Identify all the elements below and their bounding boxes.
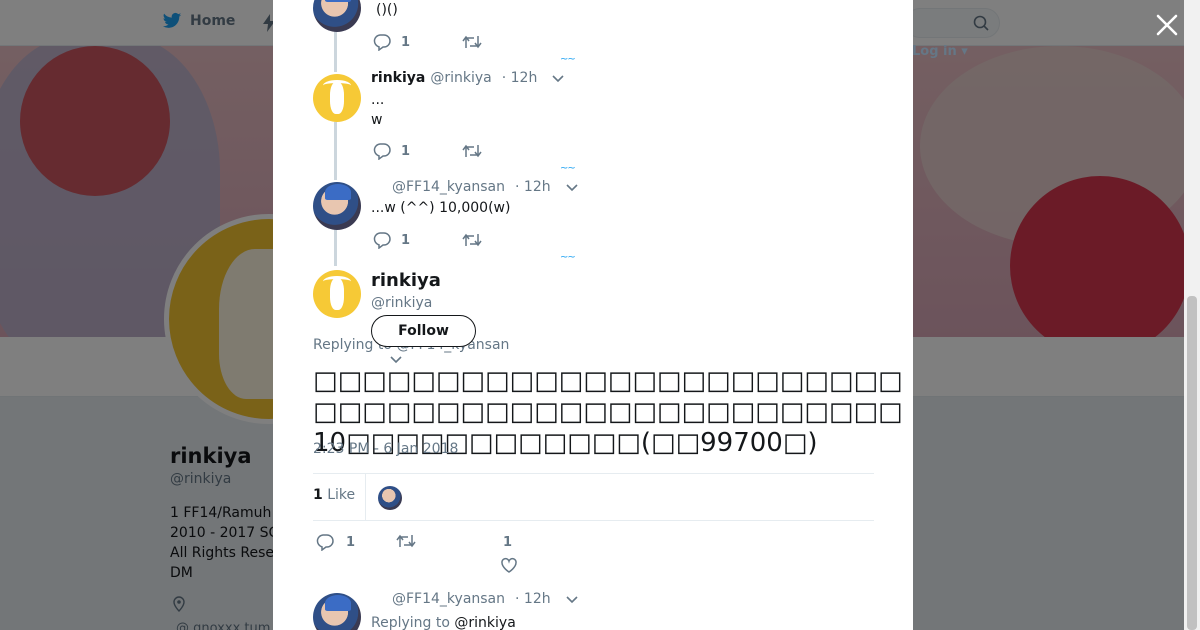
- chevron-down-icon[interactable]: [565, 180, 579, 194]
- retweet-icon[interactable]: [396, 533, 416, 549]
- like-count: 1: [313, 487, 323, 503]
- reply-button[interactable]: 1: [373, 231, 462, 249]
- reply-button[interactable]: 1: [316, 533, 355, 551]
- tweet-author-handle[interactable]: @FF14_kyansan: [392, 591, 505, 607]
- replying-handle[interactable]: @rinkiya: [454, 615, 515, 630]
- thread-line: [334, 32, 337, 72]
- retweet-icon: [462, 144, 482, 158]
- tweet-actions: 1: [373, 231, 551, 249]
- reply-button[interactable]: 1: [373, 33, 462, 51]
- chevron-down-icon[interactable]: [565, 592, 579, 606]
- login-link[interactable]: Log in ▾: [912, 44, 968, 59]
- reply-count: 1: [346, 534, 356, 550]
- tweet-text-line: w: [371, 112, 383, 128]
- chevron-down-icon[interactable]: [551, 71, 565, 85]
- retweet-button[interactable]: [462, 232, 551, 248]
- tweet-actions: 1: [373, 142, 551, 160]
- avatar[interactable]: [313, 74, 361, 122]
- like-stats[interactable]: 1 Like: [313, 487, 355, 503]
- tweet-author-handle[interactable]: @rinkiya: [430, 70, 491, 86]
- thread-line: [334, 122, 337, 180]
- like-action-count: 1: [503, 535, 513, 550]
- tweet-modal: ()() 1 ~~ rinkiya @rinkiya · 12h ... w 1…: [273, 0, 913, 630]
- tweet-author-handle[interactable]: @FF14_kyansan: [392, 179, 505, 195]
- avatar[interactable]: [313, 0, 361, 32]
- tweet-header: @FF14_kyansan · 12h: [392, 179, 579, 195]
- main-tweet-timestamp[interactable]: 2:23 PM - 6 Jan 2018: [313, 441, 458, 457]
- main-tweet-author-handle[interactable]: @rinkiya: [371, 295, 432, 311]
- reply-icon: [373, 34, 391, 51]
- tweet-header: rinkiya @rinkiya · 12h: [371, 70, 565, 86]
- scrollbar[interactable]: [1184, 0, 1200, 630]
- login-label: Log in: [912, 44, 957, 59]
- avatar[interactable]: [313, 182, 361, 230]
- retweet-icon: [462, 35, 482, 49]
- follow-button[interactable]: Follow: [371, 315, 476, 347]
- retweet-button[interactable]: [462, 34, 551, 50]
- reply-icon: [373, 143, 391, 160]
- tweet-text: ... w: [371, 90, 384, 130]
- liker-avatar[interactable]: [378, 486, 402, 510]
- reply-icon: [316, 534, 334, 551]
- tweet-text: ...w (^^) 10,000(w): [371, 200, 511, 216]
- tweet-time[interactable]: · 12h: [515, 591, 551, 607]
- tweet-stats: 1 Like: [313, 473, 874, 521]
- more-indicator: ~~: [560, 252, 576, 263]
- more-indicator: ~~: [560, 163, 576, 174]
- reply-count: 1: [401, 232, 411, 248]
- chevron-down-icon[interactable]: [389, 352, 403, 366]
- tweet-actions: 1: [373, 33, 551, 51]
- main-tweet-author-name[interactable]: rinkiya: [371, 270, 441, 291]
- reply-button[interactable]: 1: [373, 142, 462, 160]
- avatar[interactable]: [313, 593, 361, 630]
- thread-line: [334, 230, 337, 266]
- main-tweet-avatar[interactable]: [313, 270, 361, 318]
- tweet-author-name[interactable]: rinkiya: [371, 70, 425, 86]
- tweet-time[interactable]: · 12h: [515, 179, 551, 195]
- divider: [365, 474, 366, 520]
- tweet-text-line: ...: [371, 92, 385, 108]
- close-icon[interactable]: [1154, 12, 1180, 38]
- reply-icon: [373, 232, 391, 249]
- more-indicator: ~~: [560, 54, 576, 65]
- reply-count: 1: [401, 34, 411, 50]
- replying-prefix: Replying to: [371, 615, 450, 630]
- replying-to: Replying to @rinkiya: [371, 613, 516, 630]
- tweet-header: @FF14_kyansan · 12h: [392, 591, 579, 607]
- retweet-button[interactable]: [462, 143, 551, 159]
- reply-count: 1: [401, 143, 411, 159]
- tweet-time[interactable]: · 12h: [502, 70, 538, 86]
- retweet-icon: [462, 233, 482, 247]
- scrollbar-thumb[interactable]: [1187, 296, 1197, 630]
- like-label: Like: [327, 487, 356, 503]
- tweet-text: ()(): [376, 2, 398, 18]
- heart-icon[interactable]: [500, 557, 518, 574]
